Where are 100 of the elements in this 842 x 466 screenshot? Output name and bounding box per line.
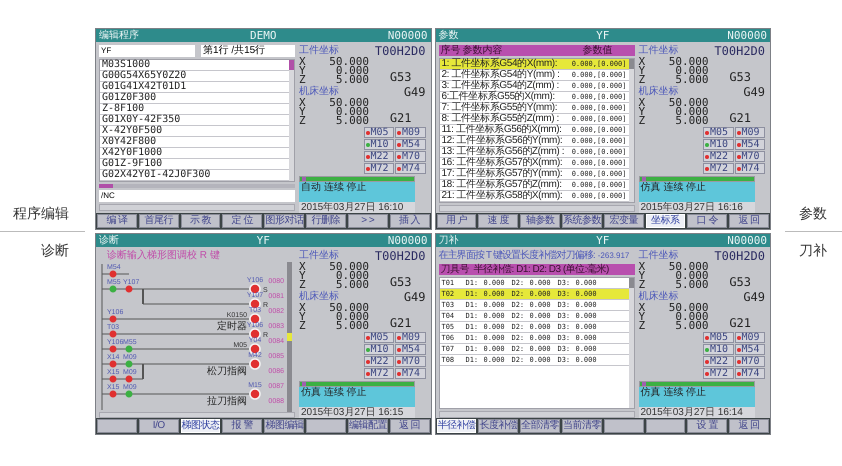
code-line[interactable]: G01Z-9F100: [100, 159, 289, 170]
m-code-label: M22: [370, 356, 389, 366]
date-time: 2015年03月27日 16:14: [638, 407, 754, 419]
softkey[interactable]: 插 入: [390, 214, 430, 228]
axis-value: 50.000: [328, 262, 369, 271]
softkey[interactable]: 首尾行: [138, 214, 179, 228]
ladder-wire: [102, 378, 144, 380]
m-code-label: M22: [710, 356, 728, 366]
offset-value: -263.917: [598, 250, 630, 262]
axis-value: 5.000: [674, 321, 708, 330]
coordinate-label: 机床坐标: [299, 291, 340, 302]
softkey[interactable]: 行删除: [306, 214, 346, 228]
softkey[interactable]: 编 译: [97, 214, 137, 228]
m-code-label: M10: [710, 140, 728, 150]
code-line[interactable]: G01X0Y-42F350: [100, 115, 289, 126]
code-line[interactable]: G01G41X42T01D1: [100, 82, 289, 93]
softkey[interactable]: 编辑配置: [348, 419, 388, 433]
coil-icon: [249, 388, 261, 400]
softkey[interactable]: 梯图编辑: [264, 419, 304, 433]
axis-value: 50.000: [328, 98, 369, 107]
g-code: G21: [390, 112, 412, 125]
code-line[interactable]: G02X42Y0I-42J0F300: [100, 170, 289, 181]
scrollbar[interactable]: [289, 60, 294, 181]
softkey[interactable]: 报 警: [222, 419, 262, 433]
g-code: G53: [390, 276, 412, 289]
m-code-label: M70: [742, 356, 760, 366]
axis-label: Z: [299, 116, 307, 125]
axis-label: Z: [638, 116, 646, 125]
softkey[interactable]: I/O: [138, 419, 179, 433]
m-code-label: M10: [370, 344, 389, 354]
softkey[interactable]: 全部清零: [520, 419, 560, 433]
softkey[interactable]: 定 位: [222, 214, 262, 228]
softkey[interactable]: 梯图状态: [180, 419, 220, 433]
axis-label: Y: [638, 312, 646, 321]
softkey[interactable]: 返 回: [390, 419, 430, 433]
m-code-label: M74: [742, 368, 760, 378]
axis-value: 5.000: [675, 280, 708, 289]
softkey[interactable]: 设 置: [687, 419, 728, 433]
softkey[interactable]: 速 度: [478, 214, 518, 228]
axis-label: X: [638, 303, 646, 312]
m-code-label: M74: [402, 368, 420, 378]
softkey[interactable]: 返 回: [729, 214, 769, 228]
coordinate-label: 工件坐标: [299, 45, 340, 56]
softkey[interactable]: 半径补偿: [436, 419, 476, 433]
axis-label: X: [638, 57, 646, 66]
softkey[interactable]: 图形对话: [264, 214, 304, 228]
code-line[interactable]: G00G54X65Y0Z20: [100, 71, 289, 82]
path-field[interactable]: /NC: [99, 190, 295, 202]
softkey[interactable]: 用 户: [436, 214, 476, 228]
scrollbar[interactable]: [287, 262, 292, 412]
program-name: YF: [595, 234, 610, 246]
m-code-label: M54: [742, 140, 760, 150]
block-number: N00000: [726, 30, 767, 42]
axis-value: 0.000: [336, 312, 369, 321]
date-time: 2015年03月27日 16:15: [299, 407, 415, 419]
softkey[interactable]: [646, 419, 686, 433]
coordinate-label: 工件坐标: [638, 250, 680, 262]
block-number: N00000: [386, 234, 428, 246]
softkey[interactable]: 系统参数: [562, 214, 602, 228]
m-code-label: M22: [370, 152, 389, 162]
code-line[interactable]: X0Y42F800: [100, 137, 289, 148]
axis-label: X: [299, 303, 307, 312]
axis-value: 5.000: [334, 116, 369, 125]
tool-code: T00H2D0: [714, 45, 765, 58]
softkey[interactable]: 口 令: [687, 214, 728, 228]
softkey[interactable]: 示 教: [180, 214, 220, 228]
code-line[interactable]: X42Y0F1000: [100, 148, 289, 159]
code-line[interactable]: X-42Y0F500: [100, 126, 289, 137]
g-code: G49: [404, 86, 426, 99]
parameter-name: 6:工件坐标系G55的X(mm):: [442, 92, 555, 102]
code-line[interactable]: G01Z0F300: [100, 93, 289, 104]
softkey[interactable]: 坐标系: [646, 214, 686, 228]
column-header: 参数值: [582, 46, 614, 56]
file-name-field[interactable]: YF: [99, 45, 195, 57]
axis-label: Y: [299, 271, 307, 280]
m-code-label: M72: [370, 368, 389, 378]
scrollbar[interactable]: [628, 59, 634, 202]
screen-title: 刀补: [438, 234, 460, 246]
column-header: 刀具号 半径补偿: D1: D2: D3 (单位:毫米): [440, 264, 609, 274]
scrollbar[interactable]: [628, 278, 634, 408]
m-code-label: M09: [742, 128, 760, 138]
axis-label: X: [299, 98, 307, 107]
code-line[interactable]: M03S1000: [100, 60, 289, 71]
axis-value: 5.000: [674, 116, 708, 125]
softkey[interactable]: > >: [348, 214, 388, 228]
axis-value: 5.000: [334, 321, 369, 330]
axis-label: Z: [638, 321, 646, 330]
tool-code: T00H2D0: [714, 250, 765, 263]
softkey[interactable]: 宏变量: [604, 214, 644, 228]
softkey[interactable]: 当前清零: [562, 419, 602, 433]
code-line[interactable]: Z-8F100: [100, 104, 289, 115]
m-code-label: M54: [742, 344, 760, 354]
m-code-label: M70: [402, 152, 420, 162]
axis-value: 0.000: [336, 271, 369, 280]
softkey[interactable]: 返 回: [729, 419, 769, 433]
coil-note: 拉刀指阀: [207, 396, 247, 407]
softkey[interactable]: 长度补偿: [478, 419, 518, 433]
softkey[interactable]: 轴参数: [520, 214, 560, 228]
section-label: 诊断: [40, 242, 70, 258]
g-code: G49: [404, 291, 426, 304]
